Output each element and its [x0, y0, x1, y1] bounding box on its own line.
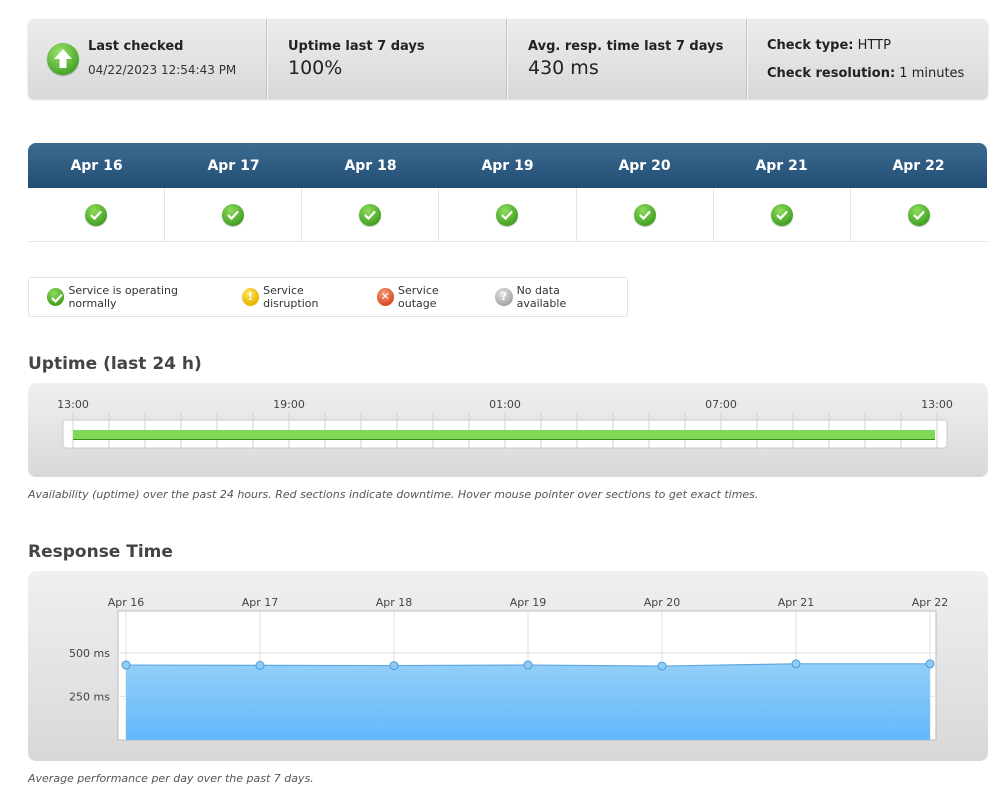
day-header: Apr 20: [618, 158, 671, 174]
check-type: Check type: HTTP: [767, 38, 891, 53]
question-icon: ?: [495, 288, 513, 306]
day-header: Apr 21: [755, 158, 808, 174]
legend-item: ? No data available: [495, 284, 610, 310]
day-header: Apr 19: [481, 158, 534, 174]
exclamation-icon: !: [241, 288, 260, 306]
check-icon: [907, 204, 930, 226]
uptime-tick-label: 19:00: [273, 398, 305, 411]
response-x-tick-label: Apr 22: [912, 596, 949, 609]
legend-label: Service is operating normally: [68, 284, 178, 310]
check-icon: [496, 204, 519, 226]
last-checked-label: Last checked: [88, 39, 184, 54]
uptime-caption: Availability (uptime) over the past 24 h…: [28, 488, 759, 501]
response-point: [121, 660, 131, 670]
up-arrow-icon: [47, 43, 79, 75]
day-status-cell[interactable]: [302, 188, 440, 241]
status-legend: Service is operating normally! Service di…: [28, 277, 628, 317]
avg-resp-cell: Avg. resp. time last 7 days 430 ms: [507, 19, 747, 99]
legend-item: ✕ Service outage: [376, 284, 479, 310]
response-chart-panel: 250 ms 500 ms Apr 16 Apr 17 Apr 18 Apr 19 Apr …: [28, 571, 988, 761]
check-resolution: Check resolution: 1 minutes: [767, 66, 964, 81]
response-chart: 250 ms 500 ms Apr 16 Apr 17 Apr 18 Apr 19 Apr …: [69, 596, 949, 741]
last-checked-value: 04/22/2023 12:54:43 PM: [88, 63, 237, 77]
check-resolution-value: 1 minutes: [899, 66, 965, 81]
response-y-tick-label: 500 ms: [69, 647, 110, 660]
response-x-tick-label: Apr 21: [778, 596, 815, 609]
response-y-tick-label: 250 ms: [69, 690, 110, 703]
check-icon: [359, 204, 382, 226]
uptime-cell: Uptime last 7 days 100%: [267, 19, 507, 99]
daily-status-header: Apr 16 Apr 17 Apr 18 Apr 19 Apr 20 Apr 21 Apr …: [28, 143, 987, 188]
check-type-label: Check type:: [767, 38, 854, 53]
response-point: [925, 659, 935, 669]
last-checked-cell: Last checked 04/22/2023 12:54:43 PM: [28, 19, 267, 99]
response-x-tick-label: Apr 17: [242, 596, 279, 609]
uptime-value: 100%: [288, 57, 343, 79]
day-status-cell[interactable]: [577, 188, 714, 241]
x-icon: ✕: [376, 288, 395, 306]
response-point: [255, 660, 265, 670]
check-icon: [633, 204, 656, 226]
check-icon: [47, 288, 65, 306]
uptime-title: Uptime (last 24 h): [28, 354, 202, 374]
day-status-cell[interactable]: [28, 188, 166, 241]
avg-resp-value: 430 ms: [528, 57, 599, 79]
response-x-tick-label: Apr 20: [644, 596, 681, 609]
check-resolution-label: Check resolution:: [767, 66, 896, 81]
day-status-cell[interactable]: [714, 188, 851, 241]
response-caption: Average performance per day over the pas…: [28, 772, 314, 785]
legend-label: Service outage: [398, 284, 439, 310]
avg-resp-label: Avg. resp. time last 7 days: [528, 39, 724, 54]
check-icon: [770, 204, 793, 226]
response-area: [126, 663, 930, 740]
check-icon: [222, 204, 245, 226]
day-status-cell[interactable]: [165, 188, 303, 241]
legend-item: ! Service disruption: [241, 284, 360, 310]
day-status-cell[interactable]: [851, 188, 987, 241]
day-header: Apr 22: [892, 158, 945, 174]
response-x-tick-label: Apr 18: [376, 596, 413, 609]
legend-label: Service disruption: [263, 284, 319, 310]
uptime-tick-label: 07:00: [705, 398, 737, 411]
uptime-bar: [73, 430, 935, 440]
check-icon: [85, 204, 108, 226]
daily-status-table: Apr 16 Apr 17 Apr 18 Apr 19 Apr 20 Apr 21 Apr …: [28, 143, 987, 242]
check-type-value: HTTP: [857, 38, 891, 53]
uptime-tick-label: 13:00: [921, 398, 953, 411]
uptime-label: Uptime last 7 days: [288, 39, 425, 54]
uptime-tick-label: 13:00: [57, 398, 89, 411]
legend-item: Service is operating normally: [47, 284, 225, 310]
response-title: Response Time: [28, 542, 173, 562]
response-point: [791, 659, 801, 669]
uptime-tick-label: 01:00: [489, 398, 521, 411]
daily-status-row: [28, 188, 987, 242]
day-header: Apr 17: [207, 158, 260, 174]
uptime-chart: 13:00 19:00 01:00 07:00 13:00: [57, 398, 953, 449]
day-header: Apr 16: [70, 158, 123, 174]
response-x-tick-label: Apr 19: [510, 596, 547, 609]
legend-label: No data available: [516, 284, 567, 310]
day-status-cell[interactable]: [439, 188, 577, 241]
response-point: [523, 660, 533, 670]
summary-bar: Last checked 04/22/2023 12:54:43 PM Upti…: [28, 19, 988, 99]
uptime-chart-panel: 13:00 19:00 01:00 07:00 13:00: [28, 383, 988, 477]
response-point: [657, 661, 667, 671]
response-point: [389, 661, 399, 671]
day-header: Apr 18: [344, 158, 397, 174]
check-info-cell: Check type: HTTP Check resolution: 1 min…: [747, 19, 988, 99]
response-x-tick-label: Apr 16: [108, 596, 145, 609]
